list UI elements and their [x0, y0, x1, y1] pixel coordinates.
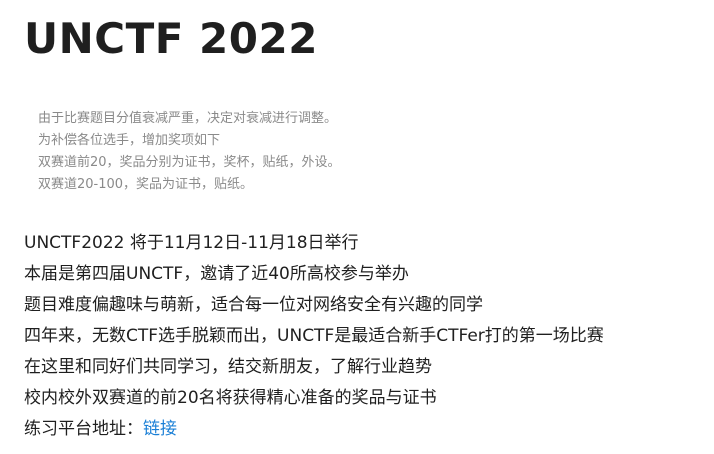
- intro-line: 在这里和同好们共同学习，结交新朋友，了解行业趋势: [24, 357, 432, 377]
- notice-line: 双赛道20-100，奖品为证书，贴纸。: [38, 177, 254, 192]
- intro-block: UNCTF2022 将于11月12日-11月18日举行 本届是第四届UNCTF，…: [24, 228, 604, 445]
- platform-address-label: 练习平台地址：: [24, 419, 143, 439]
- platform-link[interactable]: 链接: [143, 419, 177, 439]
- page-title: UNCTF 2022: [24, 14, 318, 63]
- platform-address-line: 练习平台地址：链接: [24, 414, 604, 445]
- intro-line: 校内校外双赛道的前20名将获得精心准备的奖品与证书: [24, 388, 437, 408]
- notice-line: 双赛道前20，奖品分别为证书，奖杯，贴纸，外设。: [38, 155, 341, 170]
- notice-line: 由于比赛题目分值衰减严重，决定对衰减进行调整。: [38, 111, 338, 126]
- notice-block: 由于比赛题目分值衰减严重，决定对衰减进行调整。 为补偿各位选手，增加奖项如下 双…: [38, 108, 341, 196]
- intro-line: 四年来，无数CTF选手脱颖而出，UNCTF是最适合新手CTFer打的第一场比赛: [24, 326, 604, 346]
- intro-line: UNCTF2022 将于11月12日-11月18日举行: [24, 233, 359, 253]
- intro-line: 本届是第四届UNCTF，邀请了近40所高校参与举办: [24, 264, 409, 284]
- intro-line: 题目难度偏趣味与萌新，适合每一位对网络安全有兴趣的同学: [24, 295, 483, 315]
- notice-line: 为补偿各位选手，增加奖项如下: [38, 133, 221, 148]
